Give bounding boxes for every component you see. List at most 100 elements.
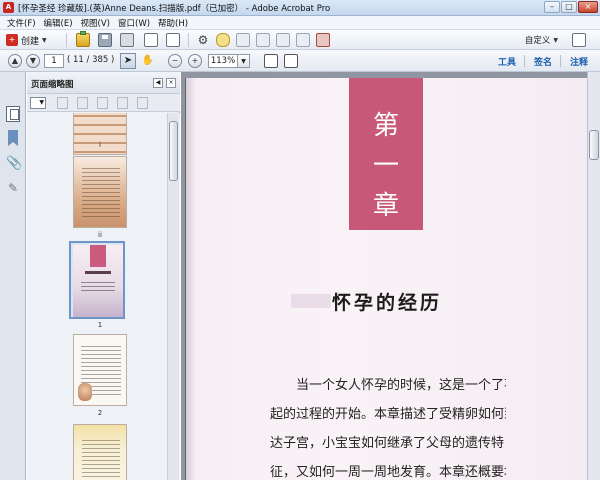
body-line: 征，又如何一周一周地发育。本章还概要地 (270, 465, 506, 480)
thumbnail-label: 2 (97, 409, 103, 417)
page-thumbnails-icon[interactable] (6, 106, 20, 122)
maximize-button[interactable]: □ (561, 1, 577, 13)
create-button[interactable]: + 创建 ▼ (6, 33, 47, 47)
select-arrow-icon[interactable]: ➤ (120, 53, 136, 69)
signature-icon[interactable]: ✎ (6, 180, 20, 196)
tools-tab[interactable]: 工具 (498, 55, 516, 68)
panel-header: 页面缩略图 ◀ × (27, 72, 180, 94)
zoom-in-icon[interactable]: + (188, 54, 202, 68)
tab-separator (524, 55, 525, 67)
window-title: [怀孕圣经 珍藏版].(英)Anne Deans.扫描版.pdf（已加密） - … (18, 3, 331, 14)
menu-edit[interactable]: 编辑(E) (40, 17, 77, 29)
gear-icon[interactable]: ⚙ (196, 33, 210, 47)
delete-page-icon[interactable] (77, 97, 88, 109)
stamp-icon[interactable] (316, 33, 330, 47)
save-icon[interactable] (98, 33, 112, 47)
chevron-down-icon: ▼ (42, 36, 47, 44)
minimize-button[interactable]: – (544, 1, 560, 13)
document-combine-icon[interactable] (276, 33, 290, 47)
thumbnail-label: ii (98, 231, 102, 239)
options-menu-icon[interactable]: ▼ (30, 97, 46, 109)
scrollbar-thumb[interactable] (589, 130, 599, 160)
page-count: ( 11 / 385 ) (67, 55, 115, 65)
thumbnail-label: i (99, 141, 101, 149)
page-thumbnail[interactable] (73, 334, 127, 406)
insert-page-icon[interactable] (57, 97, 68, 109)
page-shadow (186, 78, 196, 480)
thumbnail-scrollbar[interactable] (167, 113, 179, 480)
body-text: 当一个女人怀孕的时候，这是一个了不 起的过程的开始。本章描述了受精卵如何到 达子… (270, 371, 506, 480)
edit-icon[interactable] (144, 33, 158, 47)
open-folder-icon[interactable] (76, 31, 90, 47)
menu-bar: 文件(F) 编辑(E) 视图(V) 窗口(W) 帮助(H) (0, 16, 600, 30)
prev-page-icon[interactable]: ▲ (8, 54, 22, 68)
navigation-toolbar: ▲ ▼ 1 ( 11 / 385 ) ➤ ✋ − + 113% ▼ 工具 签名 … (0, 50, 600, 72)
body-line: 当一个女人怀孕的时候，这是一个了不 (296, 378, 506, 393)
menu-view[interactable]: 视图(V) (77, 17, 114, 29)
fit-width-icon[interactable] (284, 54, 298, 68)
page-thumbnail-selected[interactable] (69, 241, 125, 319)
collapse-panel-icon[interactable]: ◀ (153, 78, 163, 88)
chapter-title: 第 一 章 (349, 106, 423, 226)
chapter-char: 章 (372, 191, 399, 221)
thumbnail-toolbar: ▼ (27, 94, 180, 112)
thumbnail-label: 1 (97, 321, 103, 329)
customize-dropdown[interactable]: 自定义 ▼ (525, 34, 558, 46)
create-pdf-icon: + (6, 34, 18, 46)
document-icon[interactable] (236, 33, 250, 47)
page-properties-icon[interactable] (137, 97, 148, 109)
body-line: 起的过程的开始。本章描述了受精卵如何到 (270, 407, 506, 422)
menu-file[interactable]: 文件(F) (3, 17, 40, 29)
fit-page-icon[interactable] (264, 54, 278, 68)
rotate-page-icon[interactable] (117, 97, 128, 109)
page-thumbnails-panel: 页面缩略图 ◀ × ▼ i ii 1 2 (27, 72, 180, 480)
thumbnail-chapter-band (90, 245, 106, 267)
title-bar: A [怀孕圣经 珍藏版].(英)Anne Deans.扫描版.pdf（已加密） … (0, 0, 600, 16)
toolbar-separator (66, 33, 67, 47)
document-view: 第 一 章 怀孕的经历 当一个女人怀孕的时候，这是一个了不 起的过程的开始。本章… (181, 72, 600, 480)
next-page-icon[interactable]: ▼ (26, 54, 40, 68)
zoom-input[interactable]: 113% (208, 54, 238, 68)
chapter-char: 第 (372, 111, 399, 141)
mail-icon[interactable] (166, 33, 180, 47)
page-thumbnail[interactable] (73, 424, 127, 480)
extract-page-icon[interactable] (97, 97, 108, 109)
tab-separator (560, 55, 561, 67)
print-icon[interactable] (120, 33, 134, 47)
comment-bubble-icon[interactable] (216, 33, 230, 47)
page-thumbnail[interactable] (73, 156, 127, 228)
chapter-band: 第 一 章 (349, 78, 423, 230)
zoom-out-icon[interactable]: − (168, 54, 182, 68)
customize-label: 自定义 (524, 36, 551, 46)
sign-tab[interactable]: 签名 (534, 55, 552, 68)
scrollbar-thumb[interactable] (169, 121, 178, 181)
thumbnail-text-lines (81, 279, 115, 293)
page-heading: 怀孕的经历 (331, 292, 442, 314)
thumbnail-list: i ii 1 2 (27, 113, 180, 480)
close-button[interactable]: × (578, 1, 598, 13)
acrobat-app-icon: A (3, 2, 14, 13)
page-number-input[interactable]: 1 (44, 54, 64, 68)
chevron-down-icon[interactable]: ▼ (238, 54, 250, 68)
toolbar-separator (188, 33, 189, 47)
body-line: 达子宫，小宝宝如何继承了父母的遗传特 (270, 436, 505, 451)
page-thumbnail-image (73, 245, 123, 317)
hand-tool-icon[interactable]: ✋ (140, 53, 156, 69)
main-toolbar: + 创建 ▼ ⚙ 自定义 ▼ (0, 30, 600, 50)
chevron-down-icon: ▼ (553, 36, 558, 44)
menu-help[interactable]: 帮助(H) (154, 17, 192, 29)
pdf-page: 第 一 章 怀孕的经历 当一个女人怀孕的时候，这是一个了不 起的过程的开始。本章… (185, 78, 587, 480)
bookmark-icon[interactable] (8, 130, 18, 146)
close-panel-icon[interactable]: × (166, 78, 176, 88)
document-scrollbar[interactable] (587, 72, 600, 480)
attachment-icon[interactable]: 📎 (6, 156, 22, 172)
panel-title: 页面缩略图 (31, 80, 74, 90)
document-sign-icon[interactable] (296, 33, 310, 47)
comment-tab[interactable]: 注释 (570, 55, 588, 68)
navigation-pane-strip: 📎 ✎ (0, 72, 26, 480)
thumbnail-heading (85, 271, 111, 274)
menu-window[interactable]: 窗口(W) (114, 17, 154, 29)
create-label: 创建 (21, 36, 40, 47)
document-export-icon[interactable] (256, 33, 270, 47)
expand-icon[interactable] (572, 33, 586, 47)
